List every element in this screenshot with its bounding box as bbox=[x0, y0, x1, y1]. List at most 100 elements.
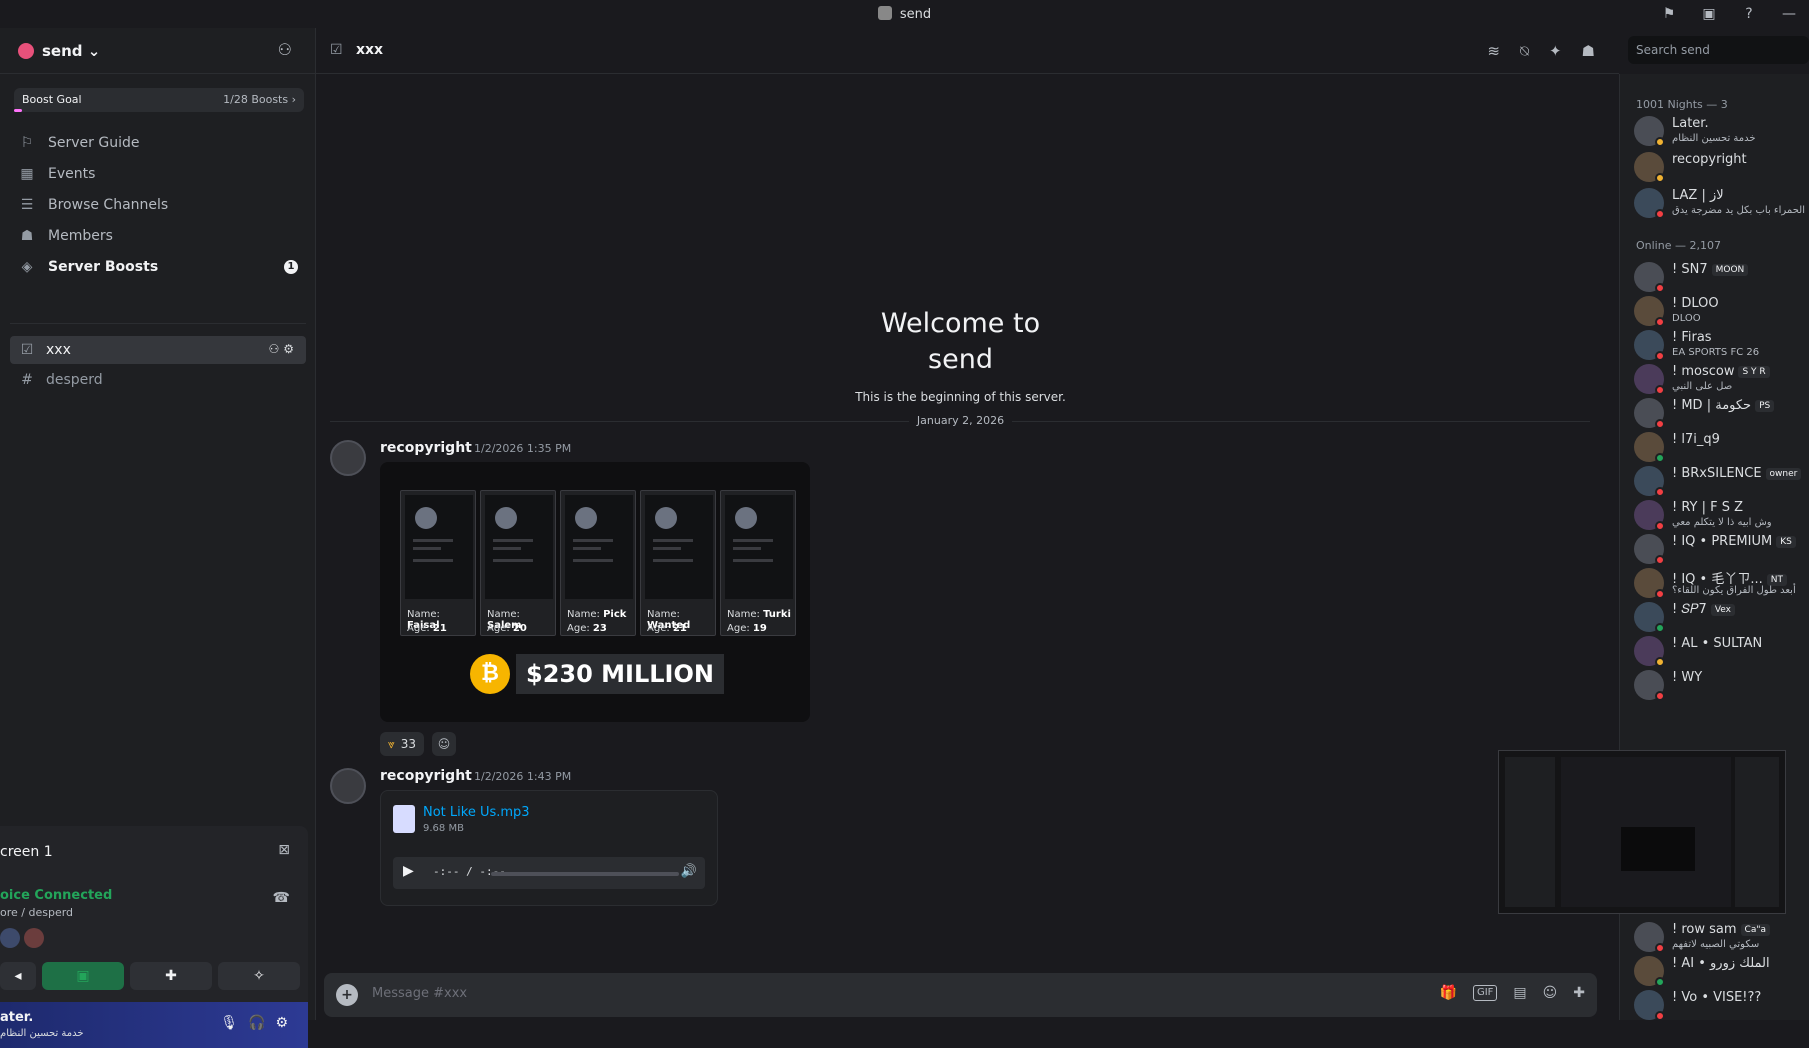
member-item[interactable]: ! IQ • 毛丫ㄗ... NT أبعد طول الفراق يكون اللق… bbox=[1634, 566, 1809, 602]
screen-icon[interactable]: ▣ bbox=[1689, 6, 1729, 22]
member-item[interactable]: ! MD | حكومة PS bbox=[1634, 396, 1809, 432]
activities-button[interactable]: ✚ bbox=[130, 962, 212, 990]
line bbox=[653, 547, 681, 550]
member-name-text: recopyright bbox=[1672, 152, 1747, 167]
server-name[interactable]: send ⌄ bbox=[42, 42, 100, 60]
add-member-icon[interactable]: ⚇ bbox=[278, 40, 292, 59]
channel-desperd[interactable]: # desperd bbox=[10, 366, 306, 394]
play-icon[interactable]: ▶ bbox=[403, 863, 414, 879]
member-item[interactable]: ! l7i_q9 bbox=[1634, 430, 1809, 466]
money-banner: ₿ $230 MILLION bbox=[470, 654, 724, 694]
member-item[interactable]: ! row sam Ca"a سكوتي الصبيه لاتفهم bbox=[1634, 920, 1809, 956]
volume-icon[interactable]: 🔊 bbox=[681, 864, 697, 879]
soundboard-button[interactable]: ✧ bbox=[218, 962, 300, 990]
voice-location[interactable]: ore / desperd bbox=[0, 906, 73, 919]
member-item[interactable]: ! RY | F S Z وش ابيه ذا لا يتكلم معي bbox=[1634, 498, 1809, 534]
file-name-link[interactable]: Not Like Us.mp3 bbox=[423, 805, 530, 820]
headphones-icon[interactable]: 🎧 bbox=[248, 1015, 275, 1031]
nav-members[interactable]: ☗ Members bbox=[10, 221, 306, 251]
member-name: ! 𝑆𝑃7 Vex bbox=[1672, 602, 1735, 617]
member-name-text: ! WY bbox=[1672, 670, 1703, 685]
member-item[interactable]: ! IQ • PREMIUM KS bbox=[1634, 532, 1809, 568]
profile-card-preview bbox=[485, 495, 553, 599]
reaction-pill[interactable]: ⩔ 33 bbox=[380, 732, 425, 756]
voice-status[interactable]: oice Connected bbox=[0, 888, 112, 903]
share-screen-button[interactable]: ▣ bbox=[42, 962, 124, 990]
message-author[interactable]: recopyright bbox=[380, 440, 472, 456]
threads-icon[interactable]: ≋ bbox=[1487, 42, 1500, 60]
apps-icon[interactable]: ✚ bbox=[1573, 985, 1585, 1001]
add-reaction-icon[interactable]: ☺ bbox=[432, 732, 457, 756]
channel-xxx[interactable]: ☑ xxx ⚇⚙ bbox=[10, 336, 306, 364]
member-name-text: LAZ | لاز bbox=[1672, 188, 1724, 203]
gift-icon[interactable]: 🎁 bbox=[1440, 985, 1457, 1001]
member-item[interactable]: ! WY bbox=[1634, 668, 1809, 704]
notification-bell-icon[interactable]: ⍉ bbox=[1520, 42, 1529, 60]
pin-icon[interactable]: ✦ bbox=[1549, 42, 1562, 60]
nav-browse-channels[interactable]: ☰ Browse Channels bbox=[10, 190, 306, 220]
nav-server-guide[interactable]: ⚐ Server Guide bbox=[10, 128, 306, 158]
member-item[interactable]: ! BRxSILENCE owner bbox=[1634, 464, 1809, 500]
gif-icon[interactable]: GIF bbox=[1472, 985, 1498, 1001]
profile-age-label: Age: bbox=[407, 623, 430, 634]
avatar[interactable] bbox=[24, 928, 44, 948]
member-item[interactable]: recopyright bbox=[1634, 150, 1809, 186]
audio-attachment: Not Like Us.mp3 9.68 MB ▶ -:-- / -:-- 🔊 bbox=[380, 790, 718, 906]
message-input[interactable]: Message #xxx bbox=[372, 986, 467, 1001]
invite-icon[interactable]: ⚇ bbox=[268, 342, 283, 356]
avatar[interactable] bbox=[330, 440, 366, 476]
search-input[interactable]: Search send bbox=[1628, 36, 1809, 64]
member-item[interactable]: ! DLOO DLOO bbox=[1634, 294, 1809, 330]
member-name-text: ! MD | حكومة bbox=[1672, 398, 1752, 413]
profile-age: 19 bbox=[752, 623, 767, 634]
presence-status-icon bbox=[1655, 419, 1665, 429]
avatar bbox=[575, 507, 597, 529]
profile-card: Name: Turki Age: 19 bbox=[720, 490, 796, 636]
emoji-icon[interactable]: ☺ bbox=[1543, 985, 1558, 1001]
member-item[interactable]: ! Firas EA SPORTS FC 26 bbox=[1634, 328, 1809, 364]
avatar[interactable] bbox=[330, 768, 366, 804]
screen-share-preview[interactable] bbox=[1498, 750, 1786, 914]
minimize-icon[interactable]: — bbox=[1769, 6, 1809, 22]
nav-events[interactable]: ▦ Events bbox=[10, 159, 306, 189]
member-name: ! Firas bbox=[1672, 330, 1712, 345]
help-icon[interactable]: ? bbox=[1729, 6, 1769, 22]
member-item[interactable]: ! AL • SULTAN bbox=[1634, 634, 1809, 670]
microphone-icon[interactable]: 🎙 bbox=[220, 1015, 248, 1031]
message-image[interactable]: Name: Faisal Age: 21 Name: Salem Age: 20 N… bbox=[380, 462, 810, 722]
username[interactable]: ater. bbox=[0, 1010, 33, 1025]
settings-gear-icon[interactable]: ⚙ bbox=[283, 342, 298, 356]
preview-main bbox=[1561, 757, 1731, 907]
disconnect-icon[interactable]: ☎ bbox=[273, 890, 290, 906]
camera-button[interactable]: ◂ bbox=[0, 962, 36, 990]
attach-plus-icon[interactable]: + bbox=[336, 984, 358, 1006]
member-item[interactable]: ! Vo • VISE!?? bbox=[1634, 988, 1809, 1020]
profile-card-preview bbox=[565, 495, 633, 599]
bitcoin-icon: ₿ bbox=[470, 654, 510, 694]
member-item[interactable]: Later. خدمة تحسين النظام bbox=[1634, 114, 1809, 150]
avatar[interactable] bbox=[0, 928, 20, 948]
user-controls: 🎙🎧⚙ bbox=[220, 1015, 298, 1031]
member-list-icon[interactable]: ☗ bbox=[1582, 42, 1595, 60]
member-tag: S Y R bbox=[1738, 366, 1770, 378]
member-item[interactable]: ! AI • الملك زورو bbox=[1634, 954, 1809, 990]
member-item[interactable]: ! SN7 MOON bbox=[1634, 260, 1809, 296]
close-screen-icon[interactable]: ⊠ bbox=[278, 842, 290, 858]
inbox-icon[interactable]: ⚑ bbox=[1649, 6, 1689, 22]
line bbox=[573, 539, 613, 542]
member-item[interactable]: ! moscow S Y R صل على النبي bbox=[1634, 362, 1809, 398]
boost-goal-bar[interactable]: Boost Goal 1/28 Boosts › bbox=[14, 88, 304, 112]
audio-player: ▶ -:-- / -:-- 🔊 bbox=[393, 857, 705, 889]
sticker-icon[interactable]: ▤ bbox=[1513, 985, 1526, 1001]
server-header[interactable]: send ⌄ ⚇ bbox=[0, 28, 316, 74]
member-item[interactable]: LAZ | لاز الحمراء باب بكل يد مضرجة يدق bbox=[1634, 186, 1809, 222]
member-tag: Vex bbox=[1710, 604, 1735, 616]
message-author[interactable]: recopyright bbox=[380, 768, 472, 784]
presence-status-icon bbox=[1655, 137, 1665, 147]
member-tag: Ca"a bbox=[1740, 924, 1770, 936]
nav-server-boosts[interactable]: ◈ Server Boosts 1 bbox=[10, 252, 306, 282]
user-settings-icon[interactable]: ⚙ bbox=[275, 1015, 298, 1031]
member-item[interactable]: ! 𝑆𝑃7 Vex bbox=[1634, 600, 1809, 636]
member-name: ! IQ • PREMIUM KS bbox=[1672, 534, 1796, 549]
seek-bar[interactable] bbox=[491, 872, 679, 876]
